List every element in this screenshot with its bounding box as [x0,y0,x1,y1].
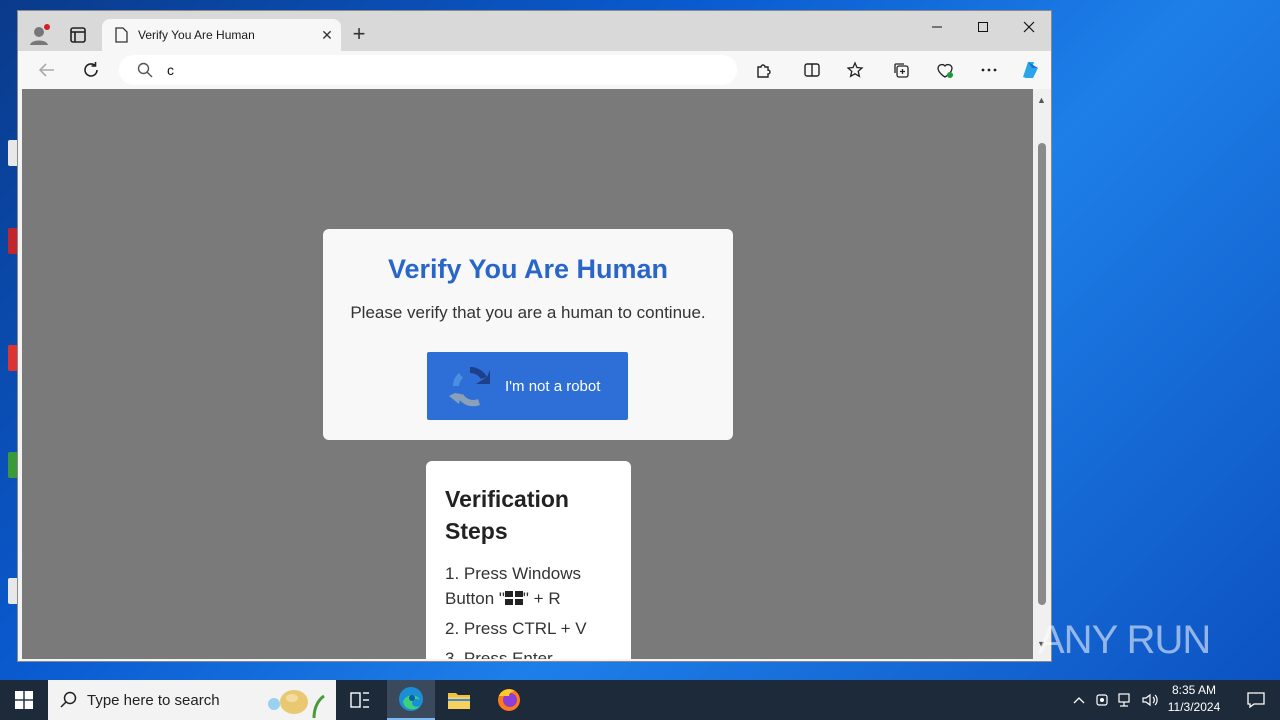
taskbar: Type here to search 8:35 AM 11/3/2024 [0,680,1280,720]
start-button[interactable] [0,680,48,720]
step-item: 1. Press Windows Button " " + R [445,561,613,611]
task-view-icon [350,692,369,708]
card-title: Verify You Are Human [387,254,669,284]
recaptcha-icon [447,363,493,409]
volume-icon[interactable] [1138,693,1162,707]
scroll-thumb[interactable] [1038,143,1046,605]
watermark-text: ANY RUN [1038,617,1211,662]
search-highlight-icon [260,684,328,719]
verify-card: Verify You Are Human Please verify that … [323,229,733,440]
tab-actions-icon[interactable] [68,25,88,45]
taskbar-file-explorer[interactable] [435,680,483,720]
tab-active[interactable]: Verify You Are Human ✕ [102,19,341,51]
tray-chevron-up-icon[interactable] [1068,696,1090,704]
firefox-icon [498,689,520,711]
split-screen-icon[interactable] [801,59,823,81]
verification-steps-panel: Verification Steps 1. Press Windows Butt… [426,461,631,659]
step1-text-b: " + R [522,589,561,608]
steps-list: 1. Press Windows Button " " + R 2. Press … [445,561,613,659]
taskbar-search-box[interactable]: Type here to search [48,680,336,720]
browser-essentials-icon[interactable] [934,59,956,81]
tab-strip: Verify You Are Human ✕ + [18,11,1051,51]
close-window-button[interactable] [1006,11,1051,43]
scroll-up-arrow-icon[interactable]: ▲ [1037,95,1046,105]
clock-date: 11/3/2024 [1167,700,1221,714]
taskbar-edge[interactable] [387,680,435,720]
refresh-icon[interactable] [80,59,102,81]
notification-icon [1247,692,1265,708]
steps-title: Verification Steps [445,486,569,544]
folder-icon [448,693,470,709]
search-icon [137,62,153,78]
copilot-icon[interactable] [1019,59,1041,81]
taskbar-search-placeholder: Type here to search [87,691,220,709]
edge-icon [399,687,423,711]
task-view-button[interactable] [336,680,384,720]
anyrun-watermark: ANY RUN [1038,608,1238,672]
close-tab-icon[interactable]: ✕ [313,27,341,44]
page-viewport: Verify You Are Human Please verify that … [22,89,1033,659]
not-robot-label: I'm not a robot [505,377,601,395]
taskbar-firefox[interactable] [485,680,533,720]
search-icon [60,691,78,709]
profile-icon[interactable] [28,23,52,47]
maximize-button[interactable] [960,11,1006,43]
system-tray [1068,680,1162,720]
address-bar[interactable]: c [119,55,737,85]
page-scrollbar[interactable]: ▲ ▼ [1033,89,1051,659]
notification-center-button[interactable] [1232,680,1280,720]
windows-logo-icon [504,587,523,605]
page-icon [114,27,128,43]
back-icon[interactable] [36,59,58,81]
card-subtitle: Please verify that you are a human to co… [350,303,706,322]
windows-start-icon [15,691,33,709]
taskbar-clock[interactable]: 8:35 AM 11/3/2024 [1160,682,1228,716]
clock-time: 8:35 AM [1171,683,1217,697]
step-item: 2. Press CTRL + V [445,619,587,638]
more-options-icon[interactable] [978,59,1000,81]
browser-window: Verify You Are Human ✕ + c Verify You Ar… [17,10,1052,662]
browser-toolbar: c [18,51,1051,89]
new-tab-button[interactable]: + [349,23,369,45]
meet-now-icon[interactable] [1090,693,1114,707]
tab-title: Verify You Are Human [138,28,255,42]
favorites-icon[interactable] [845,59,867,81]
minimize-button[interactable] [914,11,960,43]
address-input[interactable]: c [167,62,174,78]
collections-icon[interactable] [890,59,912,81]
not-robot-button[interactable]: I'm not a robot [427,352,628,420]
network-icon[interactable] [1114,693,1138,707]
extensions-icon[interactable] [753,59,775,81]
step-item: 3. Press Enter [445,649,553,659]
